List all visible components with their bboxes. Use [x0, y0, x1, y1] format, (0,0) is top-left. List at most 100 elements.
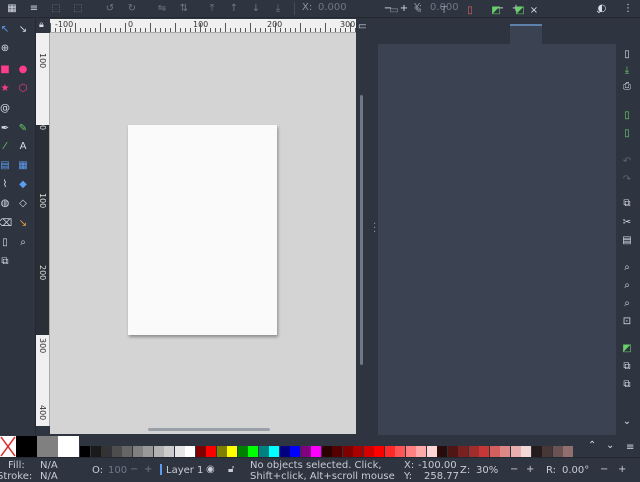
- zoom-page-icon[interactable]: ⌕: [620, 296, 634, 310]
- close-tab-icon[interactable]: ×: [528, 4, 540, 16]
- layers-tab-icon[interactable]: ◩: [490, 4, 502, 16]
- current-layer[interactable]: Layer 1: [166, 465, 203, 476]
- palette-swatch[interactable]: [384, 446, 395, 457]
- vertical-scrollbar[interactable]: [356, 33, 366, 426]
- palette-swatch[interactable]: [353, 446, 363, 457]
- node-tool-icon[interactable]: ↘: [16, 22, 30, 36]
- measure-tool-icon[interactable]: ▯: [0, 235, 12, 249]
- shape-builder-tool-icon[interactable]: ◇: [16, 196, 30, 210]
- opacity-plus-button[interactable]: +: [144, 464, 152, 475]
- palette-swatch[interactable]: [552, 446, 563, 457]
- canvas[interactable]: [50, 33, 356, 426]
- palette-swatch[interactable]: [237, 446, 248, 457]
- select-all-icon[interactable]: ▦: [6, 2, 18, 14]
- palette-scroll-up-icon[interactable]: ⌃: [588, 440, 596, 451]
- palette-swatch[interactable]: [227, 446, 237, 457]
- palette-scroll-down-icon[interactable]: ⌄: [606, 440, 614, 451]
- rotate-cw-icon[interactable]: ↻: [126, 2, 138, 14]
- palette-swatch[interactable]: [447, 446, 458, 457]
- overflow-menu-icon[interactable]: ⋮: [622, 2, 634, 14]
- tweak-tool-icon[interactable]: ⊕: [0, 41, 12, 55]
- raise-to-top-icon[interactable]: ⤒: [206, 2, 218, 14]
- swatch-white[interactable]: [58, 436, 79, 457]
- ellipse-tool-icon[interactable]: ●: [16, 62, 30, 76]
- palette-swatch[interactable]: [437, 446, 447, 457]
- rotation-minus-button[interactable]: −: [600, 464, 608, 475]
- no-paint-swatch[interactable]: [0, 436, 16, 457]
- rotation-input[interactable]: 0.00°: [562, 465, 589, 476]
- palette-swatch[interactable]: [458, 446, 468, 457]
- palette-swatch[interactable]: [153, 446, 164, 457]
- layer-lock-icon[interactable]: 🔓︎: [228, 464, 234, 475]
- vertical-ruler[interactable]: 100 0 100 200 300 400: [36, 33, 50, 426]
- palette-swatch[interactable]: [563, 446, 573, 457]
- x-input[interactable]: 0.000: [318, 2, 347, 13]
- cut-icon[interactable]: ✂: [620, 215, 634, 229]
- lower-to-bottom-icon[interactable]: ⤓: [272, 2, 284, 14]
- palette-swatch[interactable]: [132, 446, 143, 457]
- copy-icon[interactable]: ⧉: [620, 196, 634, 210]
- clone-icon[interactable]: ⧉: [620, 359, 634, 373]
- document-page[interactable]: [128, 125, 277, 335]
- redo-icon[interactable]: ↷: [620, 172, 634, 186]
- palette-swatch[interactable]: [311, 446, 321, 457]
- splitter-handle-icon[interactable]: · · ·: [373, 220, 376, 238]
- open-document-icon[interactable]: ⤓: [620, 63, 634, 77]
- palette-swatch[interactable]: [300, 446, 311, 457]
- zoom-selection-icon[interactable]: ⌕: [620, 260, 634, 274]
- opacity-input[interactable]: 100: [108, 465, 127, 476]
- print-icon[interactable]: ⎙: [620, 79, 634, 93]
- palette-swatch[interactable]: [542, 446, 552, 457]
- unlink-clone-icon[interactable]: ⧉: [620, 377, 634, 391]
- paint-bucket-tool-icon[interactable]: ◆: [16, 177, 30, 191]
- zoom-drawing-icon[interactable]: ⌕: [620, 278, 634, 292]
- objects-tab-icon[interactable]: ◩: [514, 4, 526, 16]
- zoom-page-width-icon[interactable]: ⊡: [620, 314, 634, 328]
- lower-icon[interactable]: ↓: [250, 2, 262, 14]
- swatch-gray[interactable]: [37, 436, 58, 457]
- 3d-box-tool-icon[interactable]: ⬡: [16, 81, 30, 95]
- selector-tool-icon[interactable]: ↖: [0, 22, 12, 36]
- flip-horizontal-icon[interactable]: ⇋: [156, 2, 168, 14]
- palette-swatch[interactable]: [363, 446, 374, 457]
- spiral-tool-icon[interactable]: @: [0, 101, 12, 115]
- text-tab-icon[interactable]: T: [438, 4, 450, 16]
- fill-value[interactable]: N/A: [40, 460, 58, 471]
- palette-swatch[interactable]: [500, 446, 510, 457]
- palette-swatch[interactable]: [216, 446, 227, 457]
- swatch-black[interactable]: [16, 436, 37, 457]
- align-tab-icon[interactable]: ▯: [464, 4, 476, 16]
- lock-guides-icon[interactable]: 🔒︎: [39, 20, 44, 30]
- spray-tool-icon[interactable]: ◍: [0, 196, 12, 210]
- pages-tool-icon[interactable]: ⧉: [0, 254, 12, 268]
- palette-swatch[interactable]: [405, 446, 416, 457]
- zoom-plus-button[interactable]: +: [526, 464, 534, 475]
- menu-icon[interactable]: ≡: [28, 2, 40, 14]
- select-in-all-layers-icon[interactable]: ⬚: [50, 2, 62, 14]
- palette-swatch[interactable]: [164, 446, 174, 457]
- palette-swatch[interactable]: [510, 446, 521, 457]
- palette-swatch[interactable]: [374, 446, 384, 457]
- undo-icon[interactable]: ↶: [620, 154, 634, 168]
- star-tool-icon[interactable]: ★: [0, 81, 12, 95]
- eraser-tool-icon[interactable]: ⌫: [0, 216, 12, 230]
- palette-swatch[interactable]: [248, 446, 258, 457]
- palette-swatch[interactable]: [468, 446, 479, 457]
- commands-expand-icon[interactable]: ⌄: [620, 414, 634, 428]
- rotation-plus-button[interactable]: +: [618, 464, 626, 475]
- palette-swatch[interactable]: [521, 446, 531, 457]
- palette-swatch[interactable]: [342, 446, 353, 457]
- palette-swatch[interactable]: [122, 446, 132, 457]
- calligraphy-tool-icon[interactable]: ⁄: [0, 139, 12, 153]
- palette-swatch[interactable]: [531, 446, 542, 457]
- horizontal-scroll-thumb[interactable]: [148, 428, 270, 431]
- palette-swatch[interactable]: [332, 446, 342, 457]
- palette-swatch[interactable]: [174, 446, 185, 457]
- stroke-value[interactable]: N/A: [40, 471, 58, 482]
- horizontal-scrollbar[interactable]: [50, 426, 356, 434]
- palette-swatch[interactable]: [426, 446, 437, 457]
- import-icon[interactable]: ▯: [620, 108, 634, 122]
- palette-swatch[interactable]: [416, 446, 426, 457]
- gradient-tool-icon[interactable]: ▤: [0, 158, 12, 172]
- brush-tab-icon[interactable]: ✎: [412, 4, 424, 16]
